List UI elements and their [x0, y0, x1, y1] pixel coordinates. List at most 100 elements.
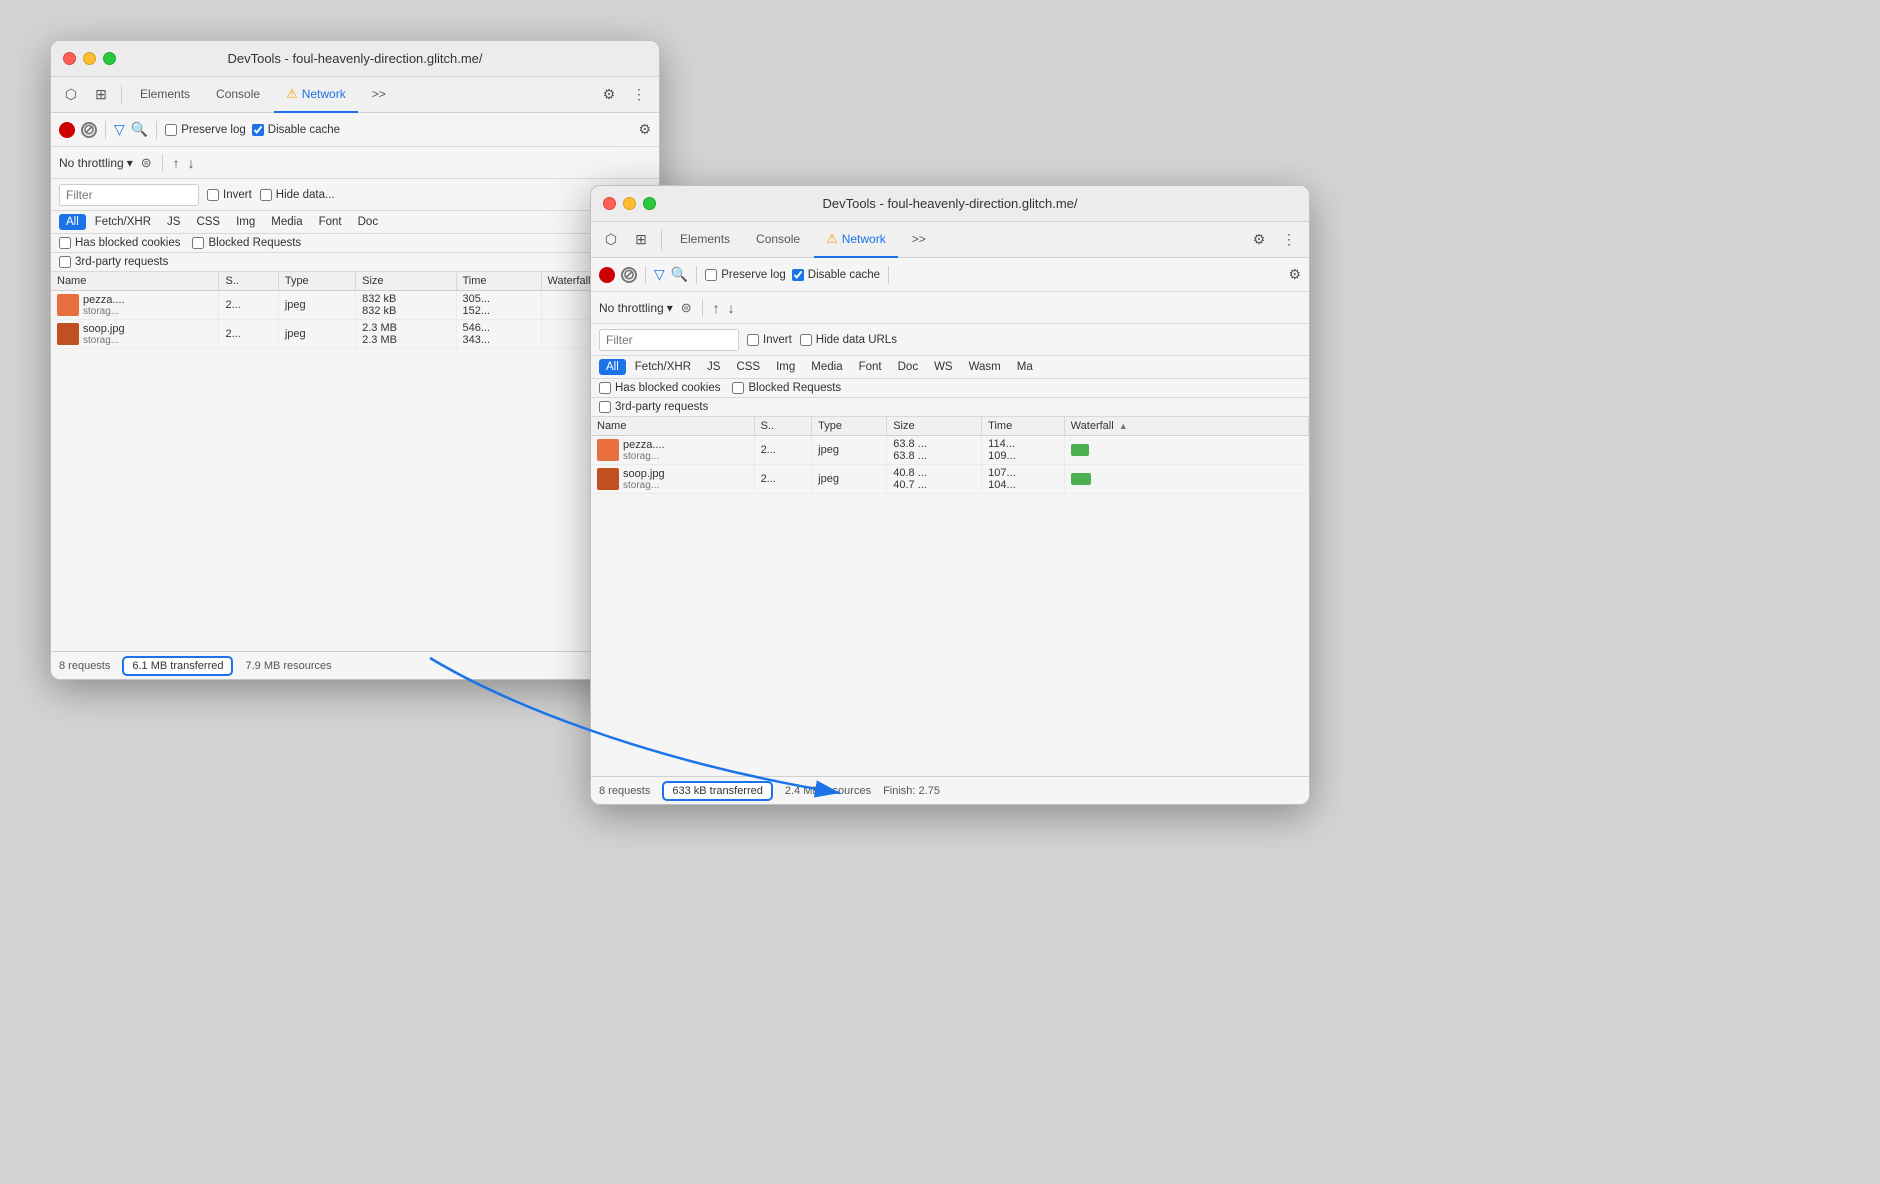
type-js-back[interactable]: JS	[160, 214, 187, 230]
requests-count-back: 8 requests	[59, 660, 110, 672]
network-table-front: Name S.. Type Size Time Waterfall ▲	[591, 417, 1309, 494]
type-all-front[interactable]: All	[599, 359, 626, 375]
close-btn-front[interactable]	[603, 197, 616, 210]
record-btn-front[interactable]	[599, 267, 615, 283]
invert-check-back[interactable]: Invert	[207, 189, 252, 201]
minimize-btn-front[interactable]	[623, 197, 636, 210]
type-img-back[interactable]: Img	[229, 214, 262, 230]
type-js-front[interactable]: JS	[700, 359, 727, 375]
col-time-back: Time	[456, 272, 541, 291]
blocked-requests-back[interactable]: Blocked Requests	[192, 237, 301, 249]
filter-icon-front[interactable]: ▽	[654, 266, 665, 283]
close-btn-back[interactable]	[63, 52, 76, 65]
type-fetch-back[interactable]: Fetch/XHR	[88, 214, 158, 230]
tab-elements-back[interactable]: Elements	[128, 77, 202, 113]
resources-size-front: 2.4 MB resources	[785, 785, 871, 797]
settings-icon-front[interactable]: ⚙	[1288, 266, 1301, 283]
wifi-icon-back: ⊜	[141, 155, 152, 171]
tab-network-front[interactable]: ⚠ Network	[814, 222, 898, 258]
type-doc-back[interactable]: Doc	[351, 214, 385, 230]
blocked-cookies-back[interactable]: Has blocked cookies	[59, 237, 180, 249]
type-font-back[interactable]: Font	[312, 214, 349, 230]
tab-more-front[interactable]: >>	[900, 222, 938, 258]
layers-btn-back[interactable]: ⊞	[87, 81, 115, 109]
download-icon-back: ↓	[188, 155, 195, 171]
network-toolbar-front: ⊘ ▽ 🔍 Preserve log Disable cache ⚙	[591, 258, 1309, 292]
type-media-front[interactable]: Media	[804, 359, 849, 375]
hide-data-check-back[interactable]: Hide data...	[260, 189, 335, 201]
title-bar-back: DevTools - foul-heavenly-direction.glitc…	[51, 41, 659, 77]
more-btn-back[interactable]: ⋮	[625, 81, 653, 109]
cell-name-2-front: soop.jpg storag...	[591, 465, 754, 494]
record-btn-back[interactable]	[59, 122, 75, 138]
wifi-icon-front: ⊜	[681, 300, 692, 316]
col-status-front: S..	[754, 417, 812, 436]
tab-more-back[interactable]: >>	[360, 77, 398, 113]
type-css-back[interactable]: CSS	[189, 214, 227, 230]
col-name-back: Name	[51, 272, 219, 291]
search-icon-front[interactable]: 🔍	[671, 266, 688, 283]
clear-btn-front[interactable]: ⊘	[621, 267, 637, 283]
type-ma-front[interactable]: Ma	[1010, 359, 1040, 375]
col-size-back: Size	[356, 272, 456, 291]
checkbox-row2-front: 3rd-party requests	[591, 398, 1309, 417]
cursor-tool-btn-front[interactable]: ⬡	[597, 226, 625, 254]
clear-btn-back[interactable]: ⊘	[81, 122, 97, 138]
filter-input-front[interactable]	[599, 329, 739, 351]
blocked-cookies-front[interactable]: Has blocked cookies	[599, 382, 720, 394]
table-row[interactable]: soop.jpg storag... 2... jpeg 2.3 MB 2.3 …	[51, 320, 659, 349]
col-type-front: Type	[812, 417, 887, 436]
preserve-log-front[interactable]: Preserve log	[705, 269, 786, 281]
network-toolbar-back: ⊘ ▽ 🔍 Preserve log Disable cache ⚙	[51, 113, 659, 147]
type-doc-front[interactable]: Doc	[891, 359, 925, 375]
disable-cache-back[interactable]: Disable cache	[252, 124, 340, 136]
invert-check-front[interactable]: Invert	[747, 334, 792, 346]
type-media-back[interactable]: Media	[264, 214, 309, 230]
col-waterfall-front: Waterfall ▲	[1064, 417, 1308, 436]
type-ws-front[interactable]: WS	[927, 359, 960, 375]
table-row[interactable]: pezza.... storag... 2... jpeg 63.8 ... 6…	[591, 436, 1309, 465]
gear-btn-back[interactable]: ⚙	[595, 81, 623, 109]
cursor-tool-btn-back[interactable]: ⬡	[57, 81, 85, 109]
window-controls-back	[63, 52, 116, 65]
filter-bar-front: Invert Hide data URLs	[591, 324, 1309, 356]
filter-input-back[interactable]	[59, 184, 199, 206]
col-type-back: Type	[278, 272, 355, 291]
settings-icon-back[interactable]: ⚙	[638, 121, 651, 138]
more-btn-front[interactable]: ⋮	[1275, 226, 1303, 254]
type-css-front[interactable]: CSS	[729, 359, 767, 375]
throttle-select-back[interactable]: No throttling ▾	[59, 156, 133, 170]
type-all-back[interactable]: All	[59, 214, 86, 230]
maximize-btn-back[interactable]	[103, 52, 116, 65]
gear-btn-front[interactable]: ⚙	[1245, 226, 1273, 254]
preserve-log-back[interactable]: Preserve log	[165, 124, 246, 136]
type-wasm-front[interactable]: Wasm	[962, 359, 1008, 375]
table-row[interactable]: soop.jpg storag... 2... jpeg 40.8 ... 40…	[591, 465, 1309, 494]
network-table-container-back: Name S.. Type Size Time Waterfall pezza.…	[51, 272, 659, 532]
type-font-front[interactable]: Font	[852, 359, 889, 375]
third-party-back[interactable]: 3rd-party requests	[59, 256, 168, 268]
window-controls-front	[603, 197, 656, 210]
tab-console-back[interactable]: Console	[204, 77, 272, 113]
title-bar-front: DevTools - foul-heavenly-direction.glitc…	[591, 186, 1309, 222]
search-icon-back[interactable]: 🔍	[131, 121, 148, 138]
maximize-btn-front[interactable]	[643, 197, 656, 210]
hide-data-check-front[interactable]: Hide data URLs	[800, 334, 897, 346]
filter-icon-back[interactable]: ▽	[114, 121, 125, 138]
cell-name-2-back: soop.jpg storag...	[51, 320, 219, 349]
type-fetch-front[interactable]: Fetch/XHR	[628, 359, 698, 375]
resources-size-back: 7.9 MB resources	[245, 660, 331, 672]
third-party-front[interactable]: 3rd-party requests	[599, 401, 708, 413]
type-img-front[interactable]: Img	[769, 359, 802, 375]
throttle-select-front[interactable]: No throttling ▾	[599, 301, 673, 315]
layers-btn-front[interactable]: ⊞	[627, 226, 655, 254]
window-title-back: DevTools - foul-heavenly-direction.glitc…	[227, 51, 482, 66]
tab-console-front[interactable]: Console	[744, 222, 812, 258]
tab-elements-front[interactable]: Elements	[668, 222, 742, 258]
tab-network-back[interactable]: ⚠ Network	[274, 77, 358, 113]
blocked-requests-front[interactable]: Blocked Requests	[732, 382, 841, 394]
sep1-back	[121, 85, 122, 105]
minimize-btn-back[interactable]	[83, 52, 96, 65]
disable-cache-front[interactable]: Disable cache	[792, 269, 880, 281]
table-row[interactable]: pezza.... storag... 2... jpeg 832 kB 832…	[51, 291, 659, 320]
